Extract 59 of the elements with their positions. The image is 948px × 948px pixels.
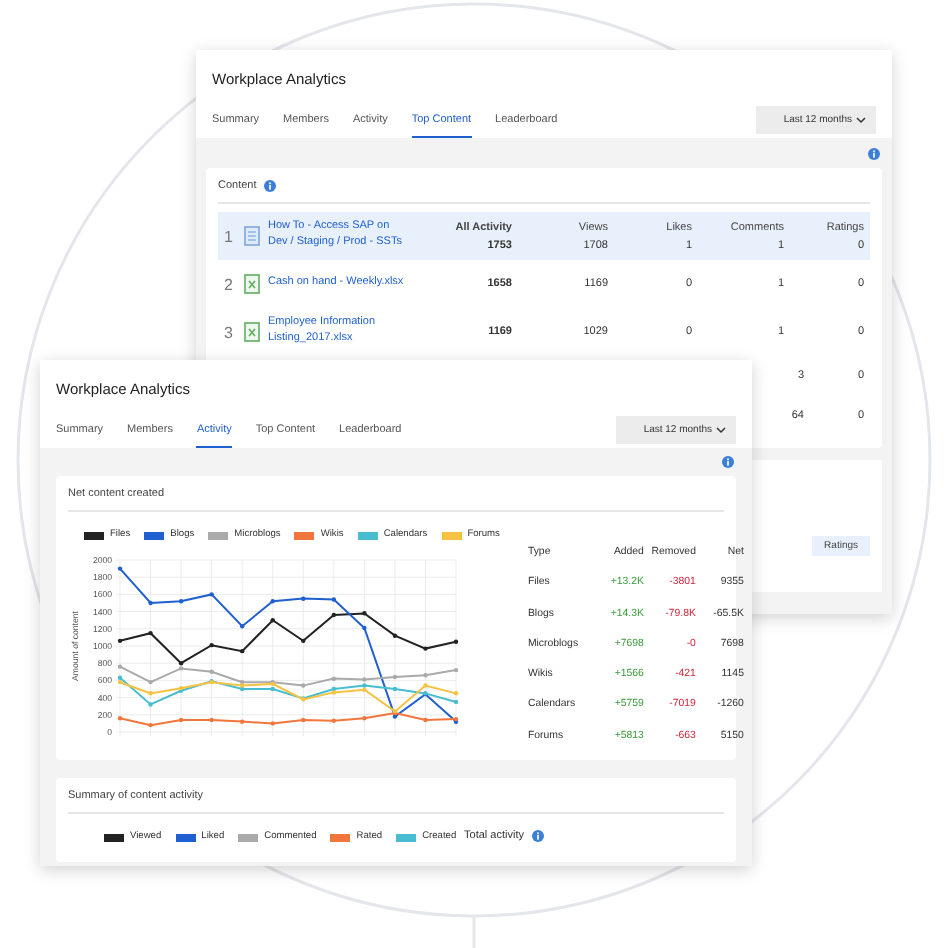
info-icon[interactable]	[722, 456, 734, 468]
data-point	[148, 600, 153, 606]
data-point	[392, 633, 398, 638]
data-point	[209, 669, 214, 674]
data-point	[117, 638, 123, 644]
data-point	[148, 679, 153, 685]
data-point	[209, 679, 214, 685]
data-point	[301, 683, 306, 688]
data-point	[331, 612, 336, 618]
data-point	[453, 691, 459, 696]
data-point	[453, 667, 459, 673]
data-point	[178, 717, 184, 723]
rank-number: 2	[224, 275, 235, 293]
data-point	[209, 717, 214, 723]
rank-number: 1	[224, 227, 235, 245]
data-point	[301, 638, 306, 644]
data-point	[331, 718, 336, 723]
data-point	[301, 697, 306, 702]
data-point	[453, 699, 459, 705]
data-point	[240, 648, 245, 654]
data-point	[209, 642, 214, 648]
data-point	[148, 630, 153, 636]
data-point	[423, 717, 428, 723]
data-point	[148, 702, 153, 707]
data-point	[301, 596, 306, 601]
data-point	[331, 676, 336, 681]
data-point	[423, 683, 428, 688]
info-icon[interactable]	[868, 148, 880, 160]
data-point	[301, 717, 306, 723]
data-point	[331, 597, 336, 602]
data-point	[362, 716, 367, 721]
data-point	[148, 691, 153, 696]
spreadsheet-icon	[244, 322, 260, 342]
data-point	[117, 716, 123, 721]
data-point	[178, 599, 184, 604]
data-point	[270, 618, 275, 623]
data-point	[423, 691, 428, 696]
info-icon[interactable]	[264, 180, 277, 192]
data-point	[362, 611, 367, 616]
chevron-down-icon	[856, 116, 866, 124]
rank-number: 3	[224, 323, 235, 341]
chevron-down-icon	[716, 426, 726, 434]
data-point	[240, 719, 245, 724]
data-point	[392, 674, 398, 680]
data-point	[423, 673, 428, 678]
data-point	[117, 566, 123, 571]
spreadsheet-icon	[244, 274, 260, 294]
data-point	[392, 686, 398, 692]
data-point	[209, 592, 214, 597]
data-point	[362, 625, 367, 631]
data-point	[453, 639, 459, 644]
data-point	[270, 721, 275, 726]
data-point	[270, 599, 275, 604]
document-icon	[244, 226, 260, 246]
data-point	[148, 722, 153, 728]
data-point	[423, 646, 428, 651]
data-point	[240, 624, 245, 629]
data-point	[117, 664, 123, 669]
info-icon[interactable]	[532, 830, 544, 842]
